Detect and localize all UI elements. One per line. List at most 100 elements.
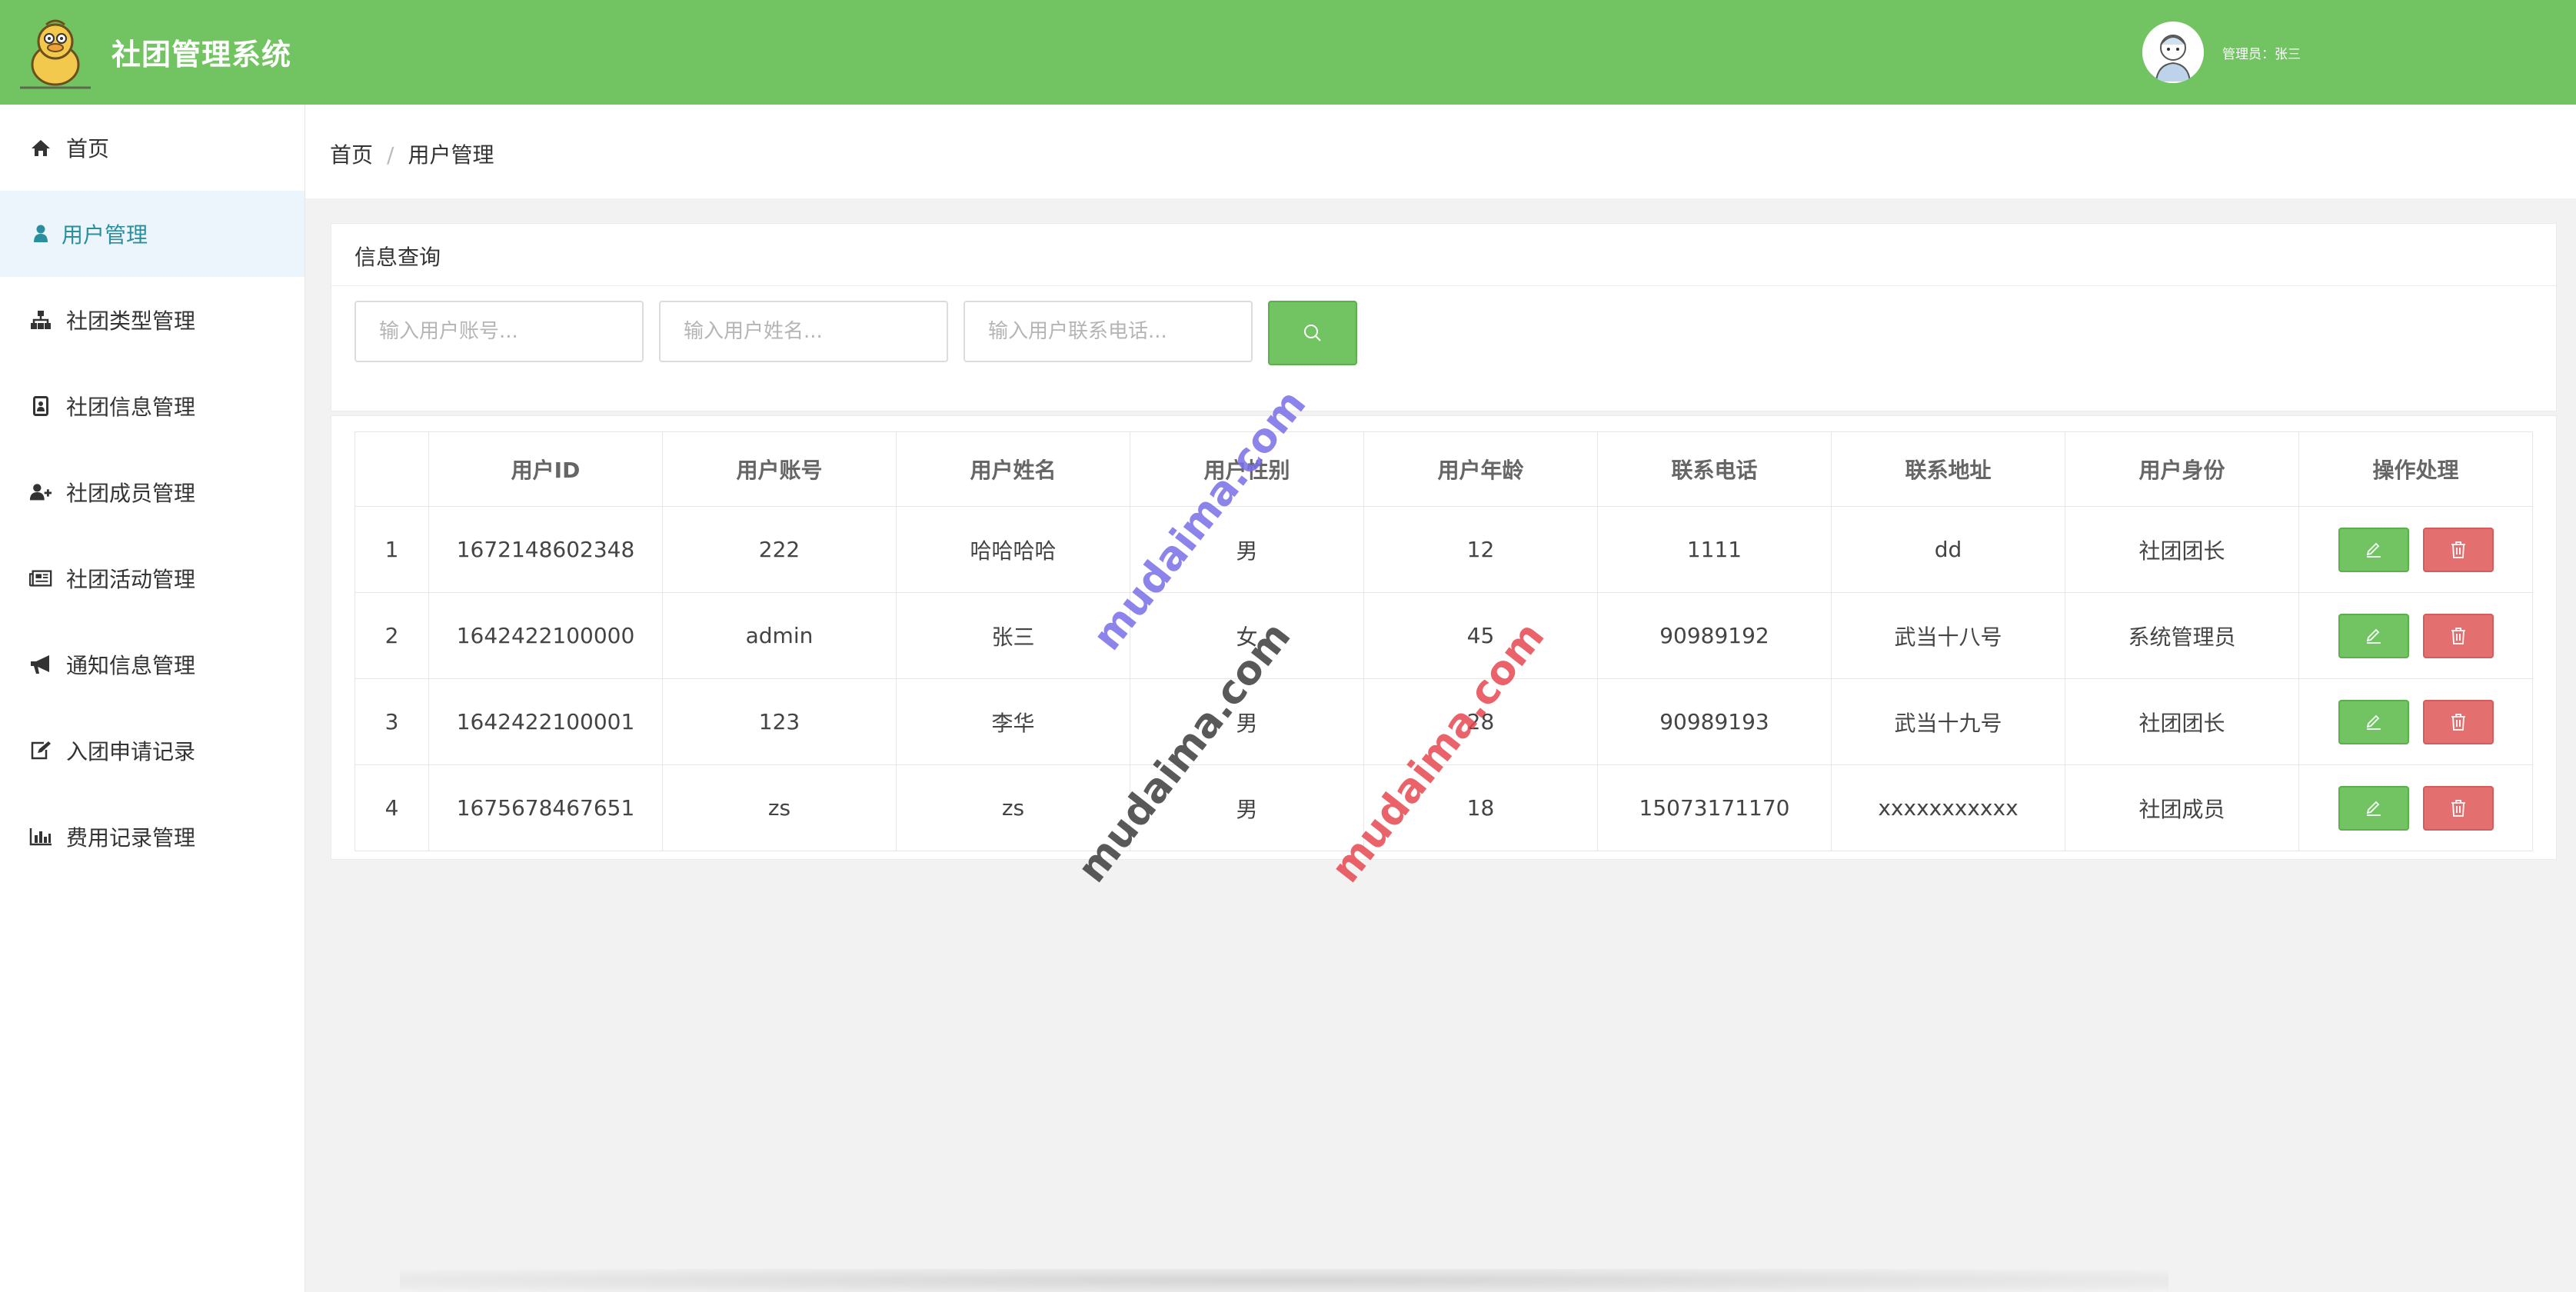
pencil-icon (2366, 542, 2381, 558)
table-row: 1 1672148602348 222 哈哈哈哈 男 12 1111 dd 社团… (354, 506, 2533, 593)
pencil-icon (2366, 714, 2381, 730)
sidebar-item-club-info[interactable]: 社团信息管理 (0, 363, 305, 449)
breadcrumb-bar: 首页 / 用户管理 (305, 105, 2576, 198)
cell-name: 李华 (896, 678, 1130, 765)
cell-address: 武当十九号 (1831, 678, 2065, 765)
col-ops-header: 操作处理 (2298, 431, 2533, 507)
edit-button[interactable] (2338, 527, 2409, 572)
table-row: 3 1642422100001 123 李华 男 28 90989193 武当十… (354, 678, 2533, 765)
admin-avatar[interactable] (2142, 22, 2204, 83)
newspaper-icon (29, 567, 52, 590)
card-divider (331, 285, 2556, 286)
cell-index: 1 (354, 506, 429, 593)
duck-logo-icon (20, 19, 91, 89)
phone-search-input[interactable] (964, 301, 1253, 362)
cell-age: 18 (1363, 764, 1598, 851)
sidebar-item-fees[interactable]: 费用记录管理 (0, 794, 305, 880)
cell-role: 社团团长 (2065, 678, 2299, 765)
col-account-header: 用户账号 (662, 431, 897, 507)
search-card: 信息查询 (331, 223, 2557, 411)
cell-gender: 女 (1130, 592, 1364, 679)
cell-gender: 男 (1130, 678, 1364, 765)
search-card-title: 信息查询 (354, 245, 441, 270)
col-name-header: 用户姓名 (896, 431, 1130, 507)
cell-age: 12 (1363, 506, 1598, 593)
cell-account: 123 (662, 678, 897, 765)
table-card: 用户ID 用户账号 用户姓名 用户性别 用户年龄 联系电话 联系地址 用户身份 … (331, 415, 2557, 860)
cell-phone: 1111 (1597, 506, 1832, 593)
cell-age: 28 (1363, 678, 1598, 765)
cell-role: 社团团长 (2065, 506, 2299, 593)
search-button[interactable] (1268, 301, 1357, 365)
cell-index: 2 (354, 592, 429, 679)
account-search-input[interactable] (354, 301, 644, 362)
col-age-header: 用户年龄 (1363, 431, 1598, 507)
table-row: 2 1642422100000 admin 张三 女 45 90989192 武… (354, 592, 2533, 679)
col-role-header: 用户身份 (2065, 431, 2299, 507)
cell-address: xxxxxxxxxxx (1831, 764, 2065, 851)
cell-phone: 90989192 (1597, 592, 1832, 679)
cell-name: 张三 (896, 592, 1130, 679)
sidebar-item-applications[interactable]: 入团申请记录 (0, 708, 305, 794)
breadcrumb: 首页 / 用户管理 (330, 138, 494, 169)
top-header: 社团管理系统 管理员：张三 (0, 0, 2576, 105)
sidebar-item-club-activities[interactable]: 社团活动管理 (0, 535, 305, 621)
trash-icon (2451, 713, 2465, 731)
edit-button[interactable] (2338, 699, 2409, 744)
sidebar-item-label: 社团活动管理 (66, 567, 196, 592)
sidebar-item-label: 首页 (66, 136, 110, 162)
search-icon (1304, 325, 1321, 341)
delete-button[interactable] (2422, 699, 2494, 744)
bullhorn-icon (29, 653, 52, 676)
cell-account: 222 (662, 506, 897, 593)
sidebar-item-home[interactable]: 首页 (0, 105, 305, 191)
sidebar-item-label: 用户管理 (62, 222, 148, 248)
cell-id: 1642422100001 (428, 678, 663, 765)
home-icon (29, 136, 52, 159)
col-gender-header: 用户性别 (1130, 431, 1364, 507)
id-card-icon (29, 395, 52, 418)
sidebar-item-club-members[interactable]: 社团成员管理 (0, 449, 305, 535)
cell-ops (2298, 678, 2533, 765)
breadcrumb-separator: / (387, 142, 394, 168)
trash-icon (2451, 541, 2465, 558)
cell-account: zs (662, 764, 897, 851)
pencil-icon (2366, 628, 2381, 644)
sidebar-item-label: 入团申请记录 (66, 739, 196, 764)
sidebar-item-label: 通知信息管理 (66, 653, 196, 678)
app-title: 社团管理系统 (111, 38, 292, 72)
sidebar-item-club-types[interactable]: 社团类型管理 (0, 277, 305, 363)
user-table: 用户ID 用户账号 用户姓名 用户性别 用户年龄 联系电话 联系地址 用户身份 … (354, 431, 2533, 851)
sidebar-item-notices[interactable]: 通知信息管理 (0, 621, 305, 708)
name-search-input[interactable] (659, 301, 948, 362)
cell-age: 45 (1363, 592, 1598, 679)
sidebar-nav: 首页 用户管理 社团类型管理 社团信息管理 社团成员管理 社团活动管理 通知信息… (0, 105, 305, 1292)
table-row: 4 1675678467651 zs zs 男 18 15073171170 x… (354, 764, 2533, 851)
user-plus-icon (29, 481, 52, 504)
delete-button[interactable] (2422, 613, 2494, 658)
trash-icon (2451, 799, 2465, 817)
cell-id: 1675678467651 (428, 764, 663, 851)
sidebar-item-label: 社团类型管理 (66, 308, 196, 334)
cell-name: zs (896, 764, 1130, 851)
breadcrumb-home[interactable]: 首页 (330, 142, 373, 168)
cell-address: 武当十八号 (1831, 592, 2065, 679)
sidebar-item-label: 社团信息管理 (66, 395, 196, 420)
admin-name-label[interactable]: 管理员：张三 (2222, 43, 2301, 62)
edit-button[interactable] (2338, 613, 2409, 658)
delete-button[interactable] (2422, 527, 2494, 572)
sitemap-icon (29, 308, 52, 331)
cell-index: 3 (354, 678, 429, 765)
sidebar-item-users[interactable]: 用户管理 (0, 191, 305, 277)
breadcrumb-current: 用户管理 (408, 142, 494, 168)
trash-icon (2451, 627, 2465, 644)
delete-button[interactable] (2422, 785, 2494, 831)
col-index-header (354, 431, 429, 507)
edit-button[interactable] (2338, 785, 2409, 831)
cell-gender: 男 (1130, 764, 1364, 851)
cell-role: 社团成员 (2065, 764, 2299, 851)
col-id-header: 用户ID (428, 431, 663, 507)
cell-ops (2298, 592, 2533, 679)
cell-role: 系统管理员 (2065, 592, 2299, 679)
table-header-row: 用户ID 用户账号 用户姓名 用户性别 用户年龄 联系电话 联系地址 用户身份 … (354, 431, 2533, 507)
